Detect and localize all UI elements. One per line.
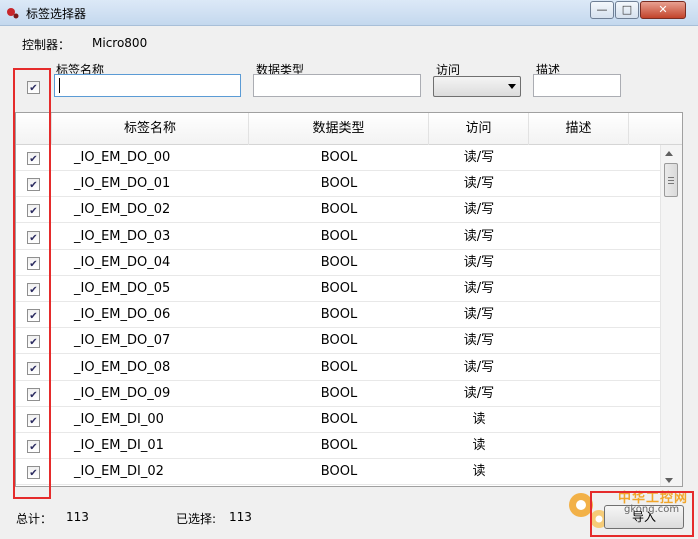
tag-name-cell: _IO_EM_DO_08: [74, 359, 171, 375]
filter-type-input[interactable]: [253, 74, 421, 97]
tag-name-cell: _IO_EM_DO_09: [74, 385, 171, 401]
table-row[interactable]: _IO_EM_DO_01 BOOL 读/写: [16, 171, 661, 198]
description-cell: [529, 355, 629, 381]
data-type-cell: BOOL: [320, 359, 358, 375]
tag-name-cell: _IO_EM_DO_03: [74, 228, 171, 244]
tag-name-cell: _IO_EM_DO_07: [74, 333, 171, 349]
data-type-cell: BOOL: [320, 307, 358, 323]
table-row[interactable]: _IO_EM_DI_00 BOOL 读: [16, 407, 661, 433]
data-type-cell: BOOL: [320, 176, 358, 192]
scroll-up-icon[interactable]: [665, 151, 673, 156]
tag-name-cell: _IO_EM_DI_01: [74, 438, 164, 454]
access-cell: 读/写: [463, 307, 495, 323]
data-type-cell: BOOL: [320, 202, 358, 218]
filter-name-input[interactable]: [54, 74, 241, 97]
data-type-cell: BOOL: [320, 150, 358, 165]
data-type-cell: BOOL: [320, 438, 358, 454]
import-button-highlight: [590, 491, 694, 537]
table-row[interactable]: _IO_EM_DO_08 BOOL 读/写: [16, 355, 661, 381]
table-row[interactable]: _IO_EM_DO_07 BOOL 读/写: [16, 328, 661, 355]
filter-desc-input[interactable]: [533, 74, 621, 97]
table-row[interactable]: _IO_EM_DO_06 BOOL 读/写: [16, 302, 661, 329]
table-row[interactable]: _IO_EM_DO_03 BOOL 读/写: [16, 224, 661, 250]
access-cell: 读/写: [463, 359, 495, 375]
tag-grid: 标签名称 数据类型 访问 描述 _IO_EM_DO_00BOOL读/写_IO_E…: [15, 112, 683, 487]
table-row[interactable]: _IO_EM_DI_02 BOOL 读: [16, 459, 661, 486]
controller-value: Micro800: [92, 36, 148, 50]
data-type-cell: BOOL: [320, 464, 358, 480]
description-cell: [529, 197, 629, 223]
access-cell: 读/写: [463, 150, 495, 165]
grip-line: [668, 183, 674, 184]
access-cell: 读/写: [463, 254, 495, 270]
access-cell: 读: [472, 412, 486, 427]
selected-value: 113: [229, 510, 252, 524]
description-cell: [529, 302, 629, 328]
tag-name-cell: _IO_EM_DO_05: [74, 281, 171, 296]
data-type-cell: BOOL: [320, 254, 358, 270]
scroll-thumb[interactable]: [664, 163, 678, 197]
access-cell: 读/写: [463, 281, 495, 296]
chevron-down-icon: [508, 84, 516, 89]
tag-name-cell: _IO_EM_DO_02: [74, 202, 171, 218]
grip-line: [668, 180, 674, 181]
access-cell: 读/写: [463, 202, 495, 218]
filter-access-dropdown[interactable]: [433, 76, 521, 97]
header-data-type[interactable]: 数据类型: [249, 113, 429, 145]
access-cell: 读/写: [463, 176, 495, 192]
title-bar: 标签选择器 — □ ✕: [0, 0, 698, 26]
header-access[interactable]: 访问: [429, 113, 529, 145]
grip-line: [668, 177, 674, 178]
tag-name-cell: _IO_EM_DI_00: [74, 412, 164, 427]
description-cell: [529, 459, 629, 485]
data-type-cell: BOOL: [320, 228, 358, 244]
access-cell: 读/写: [463, 228, 495, 244]
data-type-cell: BOOL: [320, 385, 358, 401]
data-type-cell: BOOL: [320, 412, 358, 427]
table-row[interactable]: _IO_EM_DI_01 BOOL 读: [16, 433, 661, 460]
table-row[interactable]: _IO_EM_DO_09 BOOL 读/写: [16, 381, 661, 407]
tag-selector-window: 标签选择器 — □ ✕ 控制器： Micro800 标签名称 数据类型 访问 描…: [0, 0, 698, 539]
controller-label: 控制器：: [22, 38, 71, 52]
description-cell: [529, 381, 629, 407]
minimize-button[interactable]: —: [590, 1, 614, 19]
app-icon: [7, 8, 19, 19]
description-cell: [529, 171, 629, 197]
table-row[interactable]: _IO_EM_DO_00 BOOL 读/写: [16, 145, 661, 171]
tag-name-cell: _IO_EM_DI_02: [74, 464, 164, 480]
total-label: 总计：: [16, 512, 53, 526]
window-title: 标签选择器: [26, 7, 87, 21]
grid-header: 标签名称 数据类型 访问 描述: [16, 113, 682, 145]
vertical-scrollbar[interactable]: [660, 145, 682, 486]
close-button[interactable]: ✕: [640, 1, 686, 19]
text-caret: [59, 78, 60, 93]
total-value: 113: [66, 510, 89, 524]
description-cell: [529, 407, 629, 433]
description-cell: [529, 276, 629, 302]
data-type-cell: BOOL: [320, 333, 358, 349]
description-cell: [529, 224, 629, 250]
tag-name-cell: _IO_EM_DO_06: [74, 307, 171, 323]
table-row[interactable]: _IO_EM_DO_04 BOOL 读/写: [16, 250, 661, 276]
table-row[interactable]: _IO_EM_DO_02 BOOL 读/写: [16, 197, 661, 224]
access-cell: 读/写: [463, 333, 495, 349]
checkbox-column-highlight: [13, 68, 51, 499]
access-cell: 读: [472, 438, 486, 454]
access-cell: 读/写: [463, 385, 495, 401]
description-cell: [529, 145, 629, 171]
data-type-cell: BOOL: [320, 281, 358, 296]
table-row[interactable]: _IO_EM_DO_05 BOOL 读/写: [16, 276, 661, 302]
header-tag-name[interactable]: 标签名称: [52, 113, 249, 145]
description-cell: [529, 328, 629, 354]
header-description[interactable]: 描述: [529, 113, 629, 145]
access-cell: 读: [472, 464, 486, 480]
maximize-button[interactable]: □: [615, 1, 639, 19]
description-cell: [529, 250, 629, 276]
tag-name-cell: _IO_EM_DO_01: [74, 176, 171, 192]
description-cell: [529, 433, 629, 459]
tag-name-cell: _IO_EM_DO_00: [74, 150, 171, 165]
tag-name-cell: _IO_EM_DO_04: [74, 254, 171, 270]
selected-label: 已选择:: [176, 512, 217, 526]
